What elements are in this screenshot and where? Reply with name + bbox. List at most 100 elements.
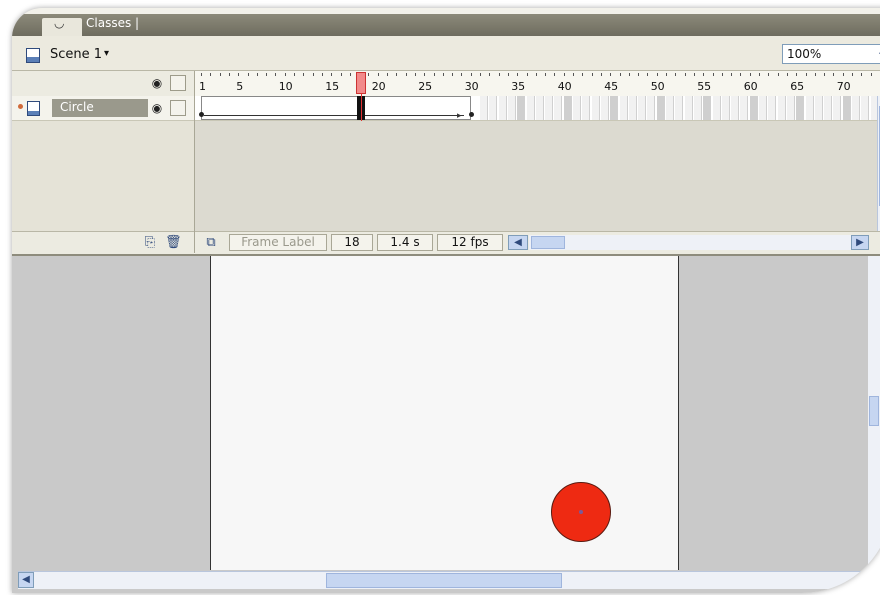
- frame-cell[interactable]: [619, 96, 628, 120]
- frame-cell[interactable]: [647, 96, 656, 120]
- frame-cell[interactable]: [824, 96, 833, 120]
- ruler-tick: [284, 73, 286, 76]
- scene-label[interactable]: Scene 1: [50, 47, 102, 62]
- frame-cell[interactable]: [731, 96, 740, 120]
- frame-cell[interactable]: [675, 96, 684, 120]
- frame-cell[interactable]: [814, 96, 823, 120]
- frame-cell[interactable]: [573, 96, 581, 120]
- frame-label-field[interactable]: Frame Label: [229, 234, 327, 251]
- frame-cell[interactable]: [554, 96, 563, 120]
- frame-cell[interactable]: [842, 96, 851, 120]
- ruler-tick: [247, 73, 249, 76]
- stage-horizontal-scrollbar[interactable]: ◀: [18, 571, 878, 589]
- delete-layer-icon[interactable]: 🗑: [165, 235, 182, 251]
- layer-marker-icon: [18, 104, 23, 109]
- frame-cell[interactable]: [749, 96, 758, 120]
- ruler-tick: [219, 73, 221, 76]
- frame-cell[interactable]: [759, 96, 767, 120]
- stage-vertical-thumb[interactable]: [869, 396, 879, 426]
- frame-cell[interactable]: [786, 96, 795, 120]
- frame-cell[interactable]: [777, 96, 786, 120]
- eye-icon[interactable]: ◉: [148, 100, 166, 116]
- ruler-number: 50: [650, 80, 665, 93]
- ruler-tick: [424, 73, 426, 76]
- tween-arrow-line: [204, 115, 464, 116]
- frame-cell[interactable]: [526, 96, 535, 120]
- ruler-tick: [480, 73, 481, 76]
- tween-arrowhead-icon: ▸: [457, 111, 462, 121]
- frame-cell[interactable]: [805, 96, 814, 120]
- frame-cell[interactable]: [480, 96, 488, 120]
- ruler-tick: [321, 73, 323, 76]
- layer-name[interactable]: Circle: [60, 100, 94, 114]
- frame-cell[interactable]: [610, 96, 619, 120]
- frame-cell[interactable]: [768, 96, 777, 120]
- frame-row[interactable]: ▸: [195, 96, 880, 121]
- frame-cell[interactable]: [507, 96, 516, 120]
- circle-shape[interactable]: [551, 482, 611, 542]
- ruler-number: 25: [418, 80, 433, 93]
- center-frame-icon[interactable]: ⧉: [203, 235, 219, 251]
- frame-cell[interactable]: [721, 96, 730, 120]
- ruler-tick: [693, 73, 695, 76]
- frame-rate[interactable]: 12 fps: [437, 234, 503, 251]
- frame-cell[interactable]: [535, 96, 544, 120]
- frame-cell[interactable]: [563, 96, 572, 120]
- frame-cell[interactable]: [712, 96, 721, 120]
- end-keyframe[interactable]: [469, 112, 474, 117]
- scroll-left-icon[interactable]: ◀: [508, 235, 528, 250]
- frame-cell[interactable]: [740, 96, 749, 120]
- frame-cell[interactable]: [489, 96, 498, 120]
- frame-cell[interactable]: [582, 96, 591, 120]
- stage-canvas[interactable]: [210, 256, 679, 570]
- frame-cell[interactable]: [498, 96, 507, 120]
- ruler-tick: [563, 73, 565, 76]
- playhead-handle[interactable]: [356, 72, 366, 94]
- ruler-tick: [675, 73, 677, 76]
- frame-cell[interactable]: [703, 96, 712, 120]
- frame-cell[interactable]: [852, 96, 860, 120]
- stage-horizontal-thumb[interactable]: [326, 573, 562, 588]
- motion-tween-span[interactable]: [201, 96, 471, 120]
- ruler-tick: [545, 73, 547, 76]
- lock-toggle[interactable]: [170, 100, 186, 116]
- tab-classes[interactable]: Classes |: [86, 16, 139, 30]
- frame-cell[interactable]: [638, 96, 647, 120]
- frame-cell[interactable]: [693, 96, 702, 120]
- frame-cell[interactable]: [861, 96, 870, 120]
- frame-cell[interactable]: [684, 96, 693, 120]
- scroll-left-icon[interactable]: ◀: [18, 572, 34, 588]
- ruler-tick: [814, 73, 816, 76]
- frame-cell[interactable]: [545, 96, 554, 120]
- frame-cell[interactable]: [796, 96, 805, 120]
- eye-icon[interactable]: ◉: [148, 75, 166, 91]
- layer-row[interactable]: Circle ◉: [12, 96, 194, 121]
- frame-cell[interactable]: [666, 96, 674, 120]
- zoom-select[interactable]: 100% ⌄: [782, 44, 880, 64]
- frame-cell[interactable]: [517, 96, 526, 120]
- frame-cell[interactable]: [833, 96, 842, 120]
- frame-cell[interactable]: [628, 96, 637, 120]
- timeline-horizontal-thumb[interactable]: [531, 236, 565, 249]
- ruler-tick: [489, 73, 491, 76]
- ruler-tick: [666, 73, 667, 76]
- ruler-number: 5: [236, 80, 244, 93]
- scene-icon: [26, 48, 40, 63]
- ruler-tick: [740, 73, 742, 76]
- lock-toggle[interactable]: [170, 75, 186, 91]
- ruler-tick: [210, 73, 212, 76]
- timeline-horizontal-scrollbar[interactable]: [529, 235, 867, 250]
- ruler-tick: [842, 73, 844, 76]
- stage-vertical-scrollbar[interactable]: [868, 256, 880, 566]
- frame-ruler[interactable]: 1 5 10 15 20 25 30 35 40 45 50 55 60 65 70: [195, 71, 880, 97]
- add-layer-icon[interactable]: ⎘: [142, 235, 158, 251]
- frames-empty-area: [195, 121, 877, 231]
- chevron-down-icon[interactable]: ▾: [104, 48, 109, 59]
- scroll-right-icon[interactable]: ▶: [851, 235, 869, 250]
- start-keyframe[interactable]: [199, 112, 204, 117]
- ruler-tick: [870, 73, 872, 76]
- frame-cell[interactable]: [656, 96, 665, 120]
- frame-cell[interactable]: [600, 96, 609, 120]
- ruler-number: 40: [557, 80, 572, 93]
- frame-cell[interactable]: [591, 96, 600, 120]
